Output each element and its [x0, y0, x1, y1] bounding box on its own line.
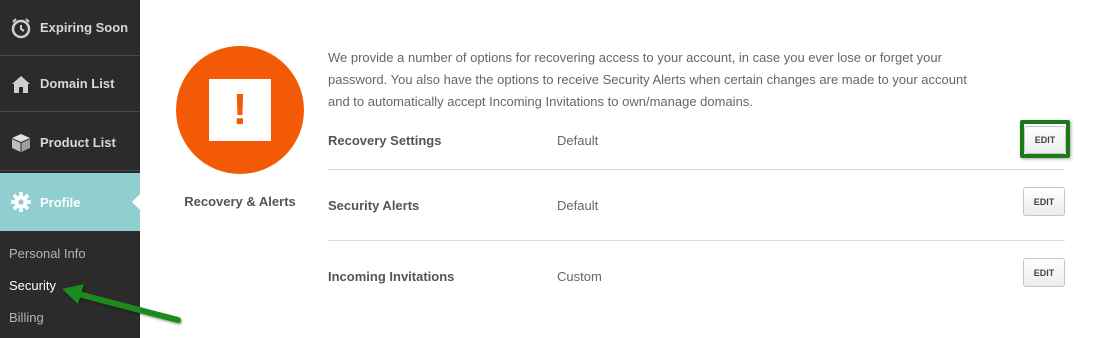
subnav-personal-info[interactable]: Personal Info	[9, 246, 86, 261]
nav-item-label: Expiring Soon	[40, 20, 129, 35]
gear-icon	[10, 191, 32, 213]
clock-icon	[10, 17, 32, 39]
recovery-alerts-badge: !	[176, 46, 304, 174]
section-description: We provide a number of options for recov…	[328, 50, 967, 109]
nav-item-profile[interactable]: Profile	[0, 173, 141, 231]
subnav-security[interactable]: Security	[9, 278, 56, 293]
incoming-invitations-edit-button[interactable]: EDIT	[1023, 258, 1065, 287]
nav-item-label: Profile	[40, 194, 81, 210]
annotation-arrow	[62, 284, 181, 323]
security-alerts-label: Security Alerts	[328, 198, 420, 213]
house-icon	[10, 73, 32, 95]
incoming-invitations-label: Incoming Invitations	[328, 269, 455, 284]
box-icon	[10, 132, 32, 154]
security-alerts-value: Default	[557, 198, 599, 213]
nav-item-product-list[interactable]: Product List	[0, 115, 140, 171]
active-notch	[132, 193, 141, 211]
annotation-highlight-box	[1020, 120, 1070, 158]
badge-symbol: !	[232, 85, 248, 134]
security-alerts-edit-button[interactable]: EDIT	[1023, 187, 1065, 216]
subnav-billing[interactable]: Billing	[9, 310, 44, 325]
row-divider	[328, 240, 1065, 241]
nav-item-label: Domain List	[40, 76, 115, 91]
nav-item-expiring-soon[interactable]: Expiring Soon	[0, 0, 140, 56]
recovery-settings-label: Recovery Settings	[328, 133, 442, 148]
nav-item-label: Product List	[40, 135, 116, 150]
section-title: Recovery & Alerts	[184, 194, 296, 209]
row-divider	[328, 169, 1065, 170]
incoming-invitations-value: Custom	[557, 269, 602, 284]
alert-icon: !	[209, 79, 271, 141]
nav-item-domain-list[interactable]: Domain List	[0, 56, 140, 112]
recovery-settings-value: Default	[557, 133, 599, 148]
